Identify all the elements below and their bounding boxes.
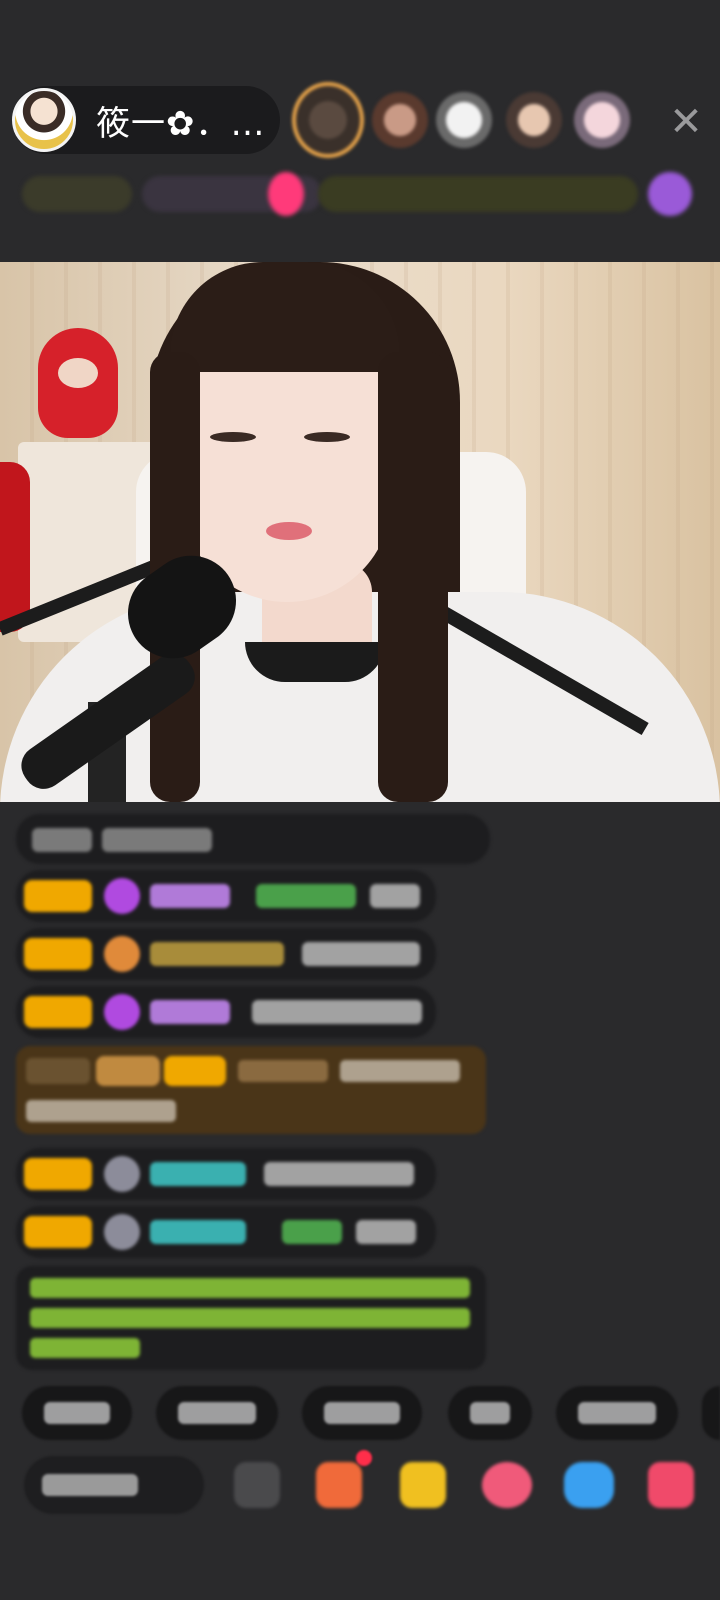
gift-icon[interactable] bbox=[648, 1462, 694, 1508]
streamer-eye bbox=[304, 432, 350, 442]
streamer-mouth bbox=[266, 522, 312, 540]
host-avatar[interactable] bbox=[12, 88, 76, 152]
heart-icon[interactable] bbox=[482, 1462, 532, 1508]
rank-banner[interactable] bbox=[318, 176, 638, 212]
shirt-collar bbox=[245, 642, 385, 682]
game-controller-icon[interactable] bbox=[564, 1462, 614, 1508]
host-name: 筱一✿．… bbox=[96, 103, 266, 144]
user-name[interactable] bbox=[150, 1220, 246, 1244]
top-viewer-avatar-1[interactable] bbox=[292, 82, 364, 158]
mention-name[interactable] bbox=[282, 1220, 342, 1244]
red-object bbox=[0, 462, 30, 632]
chat-input[interactable] bbox=[24, 1456, 204, 1514]
chat-message[interactable] bbox=[16, 1206, 436, 1258]
hot-icon[interactable] bbox=[268, 172, 304, 216]
badge-icon bbox=[104, 936, 140, 972]
streamer-eye bbox=[210, 432, 256, 442]
system-notice bbox=[16, 814, 490, 864]
stream-info-row bbox=[22, 172, 702, 216]
quick-reply-chip[interactable] bbox=[556, 1386, 678, 1440]
close-icon[interactable]: ✕ bbox=[666, 102, 706, 142]
system-announcement bbox=[16, 1266, 486, 1370]
gem-icon bbox=[104, 878, 140, 914]
live-video[interactable] bbox=[0, 262, 720, 802]
user-name[interactable] bbox=[150, 1162, 246, 1186]
keyboard-icon[interactable] bbox=[234, 1462, 280, 1508]
treasure-chest-icon[interactable] bbox=[400, 1462, 446, 1508]
gem-icon bbox=[104, 994, 140, 1030]
chat-message[interactable] bbox=[16, 1148, 436, 1200]
vip-badge bbox=[24, 1158, 92, 1190]
activity-icon[interactable] bbox=[648, 172, 692, 216]
chat-message[interactable] bbox=[16, 870, 436, 922]
quick-reply-chip[interactable] bbox=[156, 1386, 278, 1440]
hair-strand bbox=[378, 352, 448, 802]
mention-name[interactable] bbox=[256, 884, 356, 908]
quick-reply-chip[interactable] bbox=[702, 1386, 720, 1440]
top-viewer-avatar-5[interactable] bbox=[574, 92, 630, 148]
vip-badge bbox=[24, 880, 92, 912]
user-name[interactable] bbox=[150, 884, 230, 908]
quick-reply-chip[interactable] bbox=[302, 1386, 422, 1440]
top-viewer-avatar-3[interactable] bbox=[436, 92, 492, 148]
chat-message[interactable] bbox=[16, 928, 436, 980]
top-viewer-avatar-4[interactable] bbox=[506, 92, 562, 148]
quick-reply-chip[interactable] bbox=[448, 1386, 532, 1440]
highlight-message[interactable] bbox=[16, 1046, 486, 1134]
user-name[interactable] bbox=[150, 1000, 230, 1024]
quick-reply-chip[interactable] bbox=[22, 1386, 132, 1440]
chat-message[interactable] bbox=[16, 986, 436, 1038]
user-name[interactable] bbox=[150, 942, 284, 966]
top-viewer-avatar-2[interactable] bbox=[372, 92, 428, 148]
vip-badge bbox=[24, 1216, 92, 1248]
notification-dot bbox=[356, 1450, 372, 1466]
level-badge[interactable] bbox=[22, 176, 132, 212]
host-info-pill[interactable]: 筱一✿．… bbox=[12, 86, 280, 154]
user-avatar-icon bbox=[104, 1214, 140, 1250]
user-avatar-icon bbox=[104, 1156, 140, 1192]
vip-badge bbox=[24, 938, 92, 970]
gift-box-icon[interactable] bbox=[316, 1462, 362, 1508]
vip-badge bbox=[24, 996, 92, 1028]
plush-face bbox=[58, 358, 98, 388]
